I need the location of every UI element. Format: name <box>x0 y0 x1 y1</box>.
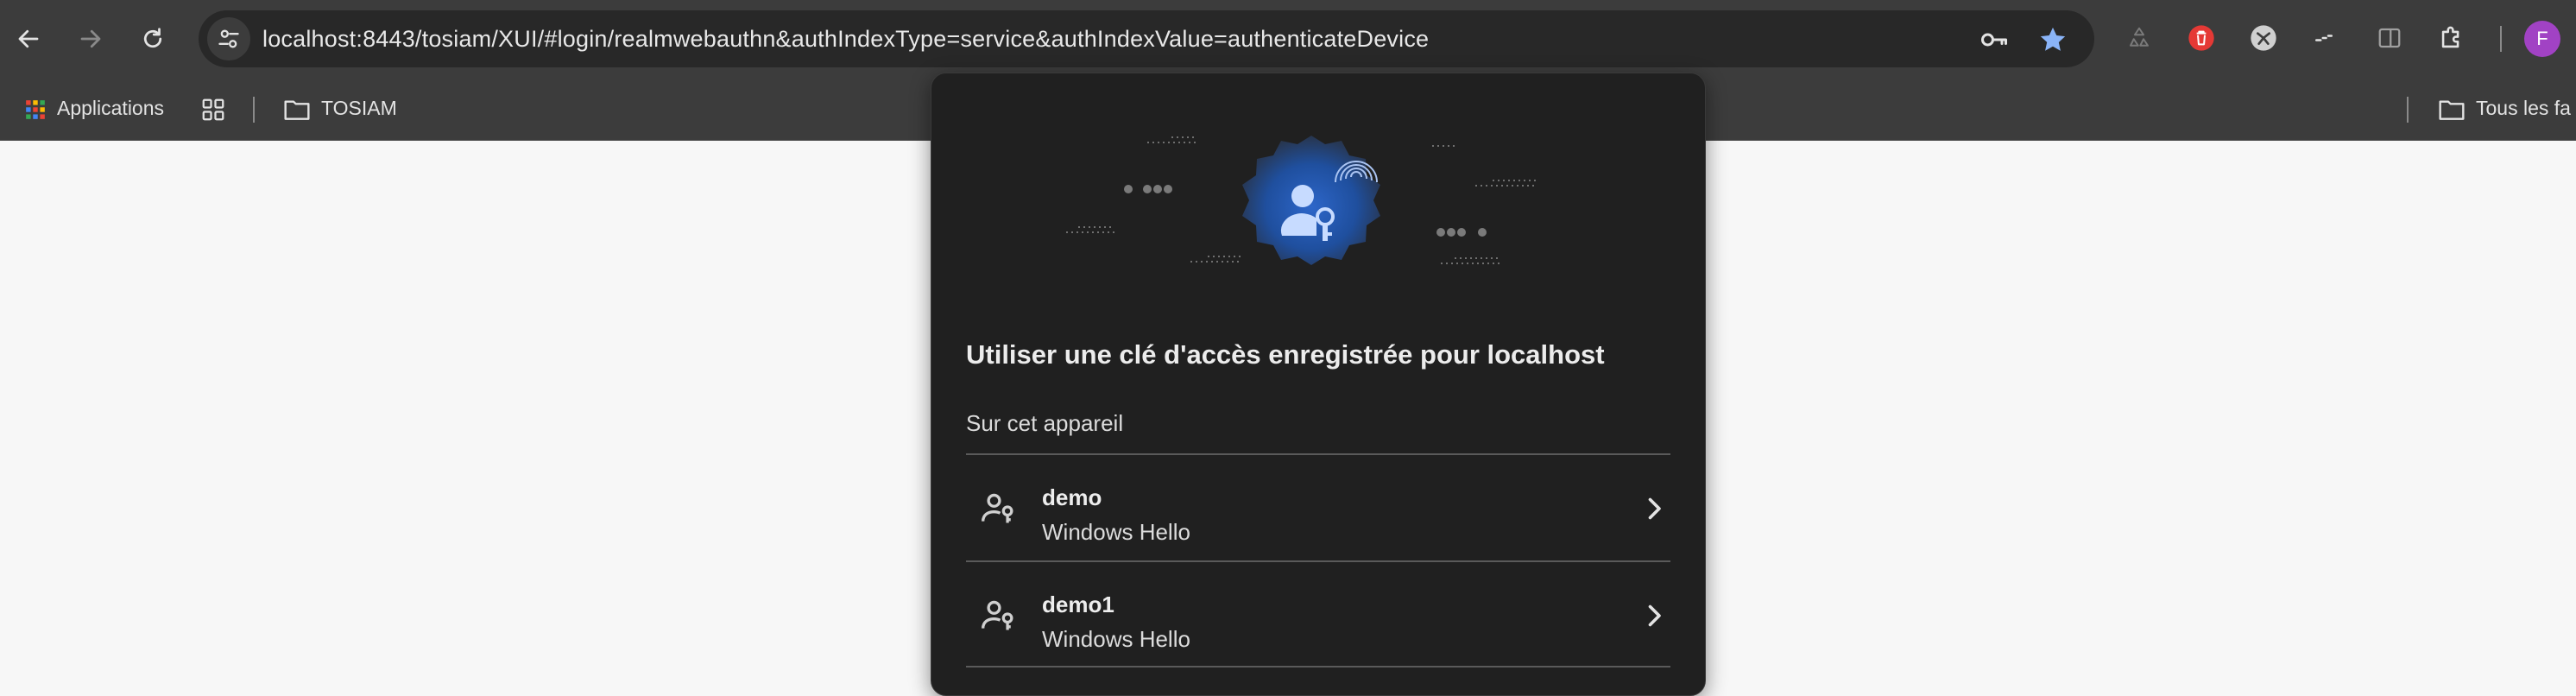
reload-icon <box>143 28 162 48</box>
bookmark-label: TOSIAM <box>321 97 397 119</box>
tune-icon <box>218 29 239 48</box>
divider <box>966 666 1670 668</box>
chevron-right-icon <box>1648 497 1661 520</box>
folder-icon <box>284 100 310 120</box>
recycle-icon <box>2130 27 2149 47</box>
bookmark-separator <box>253 97 255 123</box>
star-icon <box>2040 27 2066 51</box>
side-panel-icon <box>2378 28 2401 48</box>
reload-button[interactable] <box>135 21 171 57</box>
passkey-username: demo <box>1042 484 1102 510</box>
passkey-row-demo1[interactable]: demo1 Windows Hello <box>966 562 1670 666</box>
passkey-row-demo[interactable]: demo Windows Hello <box>966 455 1670 559</box>
tab-groups-button[interactable] <box>200 76 226 140</box>
browser-toolbar: localhost:8443/tosiam/XUI/#login/realmwe… <box>0 0 2576 76</box>
site-info-button[interactable] <box>207 17 250 60</box>
key-icon <box>1981 33 2007 47</box>
password-key-button[interactable] <box>1977 22 2011 57</box>
back-button[interactable] <box>10 21 47 57</box>
bookmark-tous-les-favoris[interactable]: Tous les fa <box>2438 76 2571 140</box>
pinwheel-icon <box>2251 25 2276 51</box>
bookmark-label: Applications <box>57 97 165 119</box>
dashes-extension[interactable] <box>2305 19 2343 57</box>
back-arrow-icon <box>18 29 39 48</box>
tab-grid-icon <box>202 98 224 121</box>
passkey-provider: Windows Hello <box>1042 519 1190 545</box>
toolbar-separator <box>2500 26 2502 52</box>
forward-button[interactable] <box>73 21 109 57</box>
folder-icon <box>2439 100 2465 120</box>
bookmark-separator <box>2407 97 2409 123</box>
dashes-icon <box>2315 35 2333 41</box>
gray-extension[interactable] <box>2245 19 2282 57</box>
trash-badge-icon <box>2188 25 2214 51</box>
profile-avatar[interactable]: F <box>2524 21 2560 57</box>
apps-grid-icon <box>26 100 45 119</box>
passkey-illustration <box>1066 136 1536 265</box>
person-key-icon <box>982 493 1013 523</box>
section-label: Sur cet appareil <box>966 410 1124 436</box>
bookmark-tosiam[interactable]: TOSIAM <box>283 76 397 140</box>
red-extension[interactable] <box>2182 19 2220 57</box>
passkey-username: demo1 <box>1042 592 1114 617</box>
chevron-right-icon <box>1648 604 1661 627</box>
forward-arrow-icon <box>80 29 101 48</box>
bookmark-applications[interactable]: Applications <box>24 76 164 140</box>
extensions-button[interactable] <box>2433 19 2471 57</box>
passkey-provider: Windows Hello <box>1042 626 1190 652</box>
address-bar[interactable]: localhost:8443/tosiam/XUI/#login/realmwe… <box>199 10 2094 67</box>
side-panel-button[interactable] <box>2371 19 2409 57</box>
puzzle-icon <box>2441 26 2459 48</box>
person-key-icon <box>982 600 1013 630</box>
passkey-dialog: Utiliser une clé d'accès enregistrée pou… <box>931 73 1706 696</box>
url-text[interactable]: localhost:8443/tosiam/XUI/#login/realmwe… <box>262 10 1429 67</box>
recycle-extension[interactable] <box>2120 19 2158 57</box>
dialog-title: Utiliser une clé d'accès enregistrée pou… <box>966 339 1605 370</box>
bookmark-label: Tous les fa <box>2476 97 2571 119</box>
bookmark-star-button[interactable] <box>2036 22 2070 57</box>
